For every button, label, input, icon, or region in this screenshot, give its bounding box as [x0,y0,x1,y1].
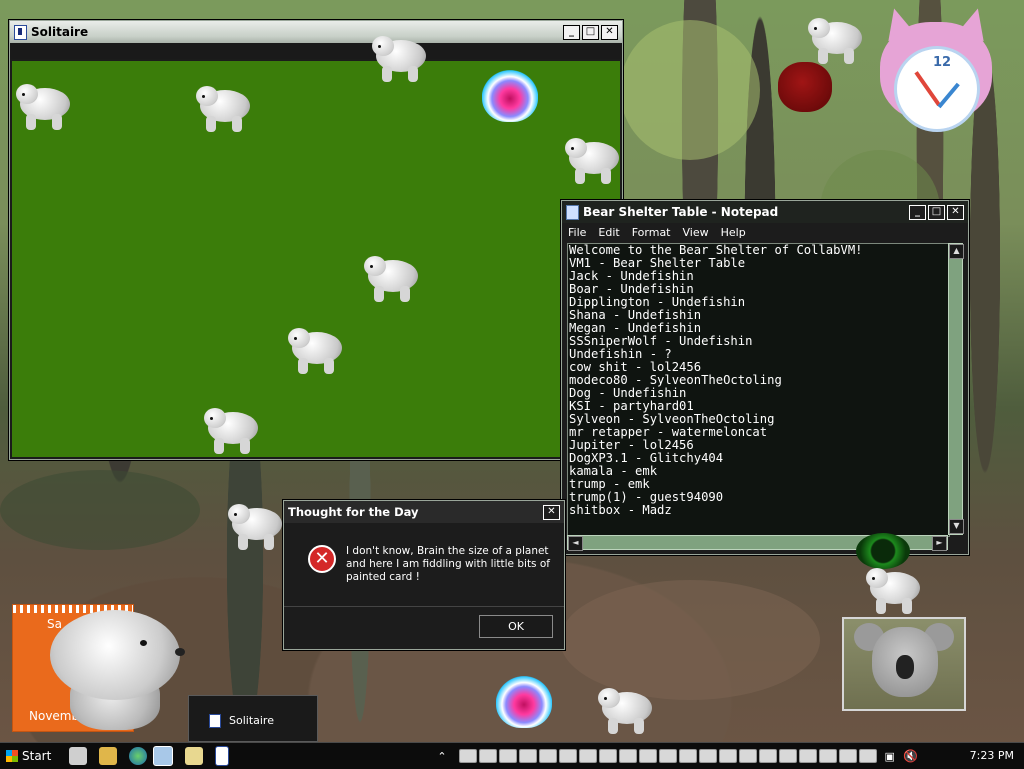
koala-nose [896,655,914,679]
show-desktop-icon[interactable] [69,747,88,765]
polar-bear-icon[interactable] [372,34,430,82]
solitaire-titlebar[interactable]: Solitaire _ □ ✕ [10,21,622,43]
taskbar-popup[interactable]: Solitaire [188,695,318,742]
scroll-up-button[interactable]: ▲ [949,244,964,259]
minimize-button[interactable]: _ [563,24,580,40]
tray-icon[interactable] [758,749,777,763]
folder-icon[interactable] [99,747,118,765]
taskbar: Start ⌃ ▣ 🔇 7:23 PM [0,742,1024,769]
tray-icon[interactable] [538,749,557,763]
tray-icon[interactable] [698,749,717,763]
tray-icon[interactable] [518,749,537,763]
solitaire-app-icon [14,24,27,40]
windows-flag-icon [6,750,18,762]
notepad-app-icon [566,204,579,220]
tray-icon[interactable] [858,749,877,763]
tray-expand-icon[interactable]: ⌃ [437,750,446,763]
menu-view[interactable]: View [683,226,709,239]
tray-icon[interactable] [778,749,797,763]
notepad-title: Bear Shelter Table - Notepad [583,205,779,219]
tray-icon[interactable] [638,749,657,763]
notepad-window[interactable]: Bear Shelter Table - Notepad _ □ ✕ File … [561,200,969,555]
dialog-titlebar[interactable]: Thought for the Day ✕ [284,501,564,523]
tray-icon[interactable] [838,749,857,763]
tray-icon[interactable] [798,749,817,763]
polar-bear-icon[interactable] [364,254,422,302]
taskbar-clock[interactable]: 7:23 PM [970,749,1014,762]
close-button[interactable]: ✕ [947,204,964,220]
volume-muted-icon[interactable]: 🔇 [903,749,918,763]
maximize-button[interactable]: □ [582,24,599,40]
error-icon: ✕ [308,545,336,573]
tray-icons [457,749,877,763]
red-blob-icon[interactable] [778,62,832,112]
menu-edit[interactable]: Edit [598,226,619,239]
dialog-message: I don't know, Brain the size of a planet… [346,545,550,583]
thought-dialog[interactable]: Thought for the Day ✕ ✕ I don't know, Br… [283,500,565,650]
tray-icon[interactable] [558,749,577,763]
notepad-menubar: File Edit Format View Help [562,223,968,241]
close-button[interactable]: ✕ [601,24,618,40]
polar-bear-icon[interactable] [228,502,286,550]
polar-bear-icon[interactable] [288,326,346,374]
cat-clock-widget[interactable]: 12 [880,4,996,134]
notepad-line: shitbox - Madz [569,503,672,517]
solitaire-app-icon [209,714,221,728]
start-label: Start [22,749,52,763]
solitaire-menubar[interactable] [10,43,622,59]
tray-icon[interactable] [498,749,517,763]
tray-icon[interactable] [678,749,697,763]
close-button[interactable]: ✕ [543,504,560,520]
ok-button[interactable]: OK [479,615,553,638]
taskbar-window-icon[interactable] [153,746,174,766]
popup-solitaire-label: Solitaire [229,714,274,727]
green-pot-icon[interactable] [856,533,910,569]
koala-photo[interactable] [842,617,966,711]
polar-bear-icon[interactable] [808,16,866,64]
polar-bear-icon[interactable] [16,82,74,130]
polar-bear-icon[interactable] [866,566,924,614]
polar-bear-icon[interactable] [565,136,623,184]
dialog-title: Thought for the Day [288,505,419,519]
clock-minute-hand [937,82,960,109]
maximize-button[interactable]: □ [928,204,945,220]
tray-icon[interactable] [818,749,837,763]
menu-format[interactable]: Format [632,226,671,239]
solitaire-title: Solitaire [31,25,89,39]
notepad-titlebar[interactable]: Bear Shelter Table - Notepad _ □ ✕ [562,201,968,223]
vertical-scrollbar[interactable]: ▲ ▼ [948,243,964,535]
tray-icon[interactable] [578,749,597,763]
brain-icon[interactable] [482,70,538,122]
large-polar-bear-icon[interactable] [50,600,190,730]
menu-help[interactable]: Help [721,226,746,239]
scroll-left-button[interactable]: ◄ [568,536,583,551]
internet-explorer-icon[interactable] [129,747,148,765]
dialog-separator [284,606,564,607]
minimize-button[interactable]: _ [909,204,926,220]
solitaire-taskbar-icon[interactable] [215,746,230,766]
tray-icon[interactable] [618,749,637,763]
polar-bear-icon[interactable] [598,686,656,734]
solitaire-play-area[interactable] [12,61,620,457]
tray-icon[interactable] [458,749,477,763]
clock-hour-hand [914,71,941,107]
clock-number-12: 12 [933,55,952,70]
scroll-down-button[interactable]: ▼ [949,519,964,534]
tray-icon[interactable] [478,749,497,763]
tray-icon[interactable] [718,749,737,763]
polar-bear-icon[interactable] [204,406,262,454]
network-icon[interactable]: ▣ [885,750,895,763]
tray-icon[interactable] [738,749,757,763]
start-button[interactable]: Start [0,746,57,766]
notepad-taskbar-icon[interactable] [185,747,204,765]
menu-file[interactable]: File [568,226,586,239]
notepad-text-area[interactable]: Welcome to the Bear Shelter of CollabVM!… [567,243,950,537]
brain-icon[interactable] [496,676,552,728]
polar-bear-icon[interactable] [196,84,254,132]
tray-icon[interactable] [658,749,677,763]
clock-face: 12 [894,46,980,132]
tray-icon[interactable] [598,749,617,763]
scroll-right-button[interactable]: ► [932,536,947,551]
